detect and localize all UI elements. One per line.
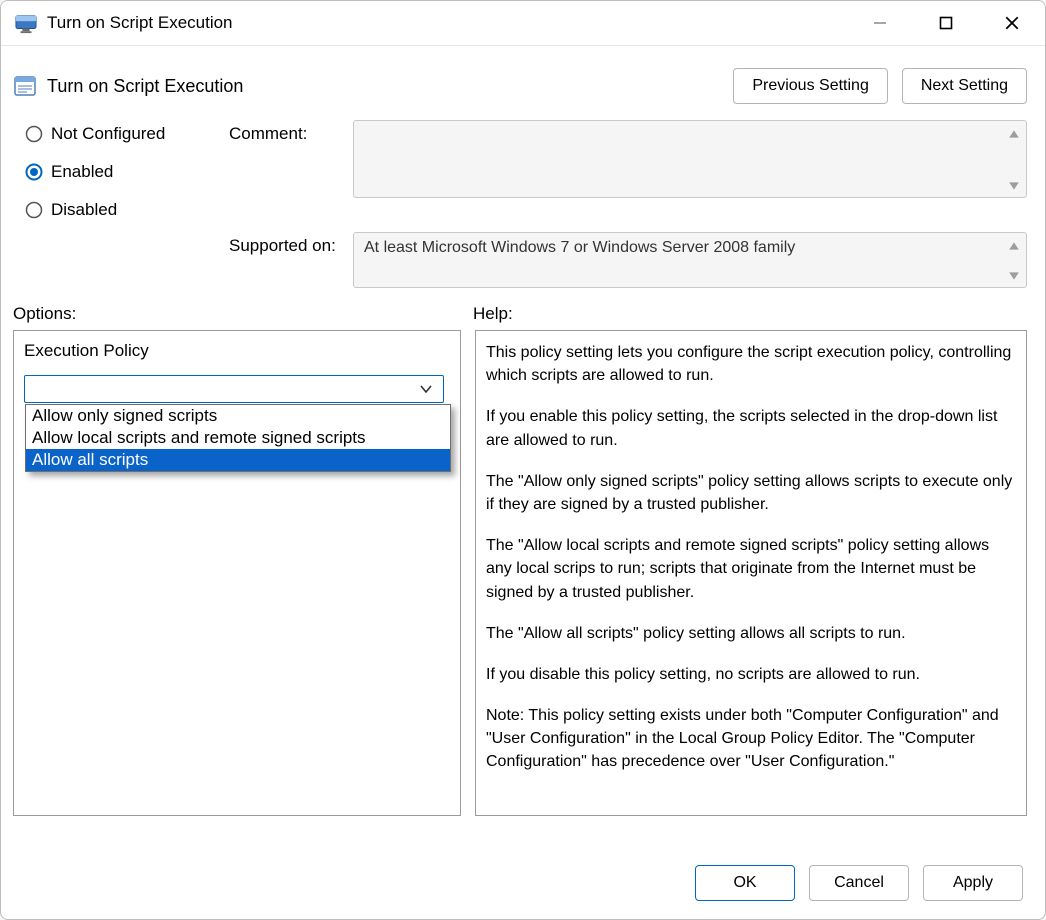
scroll-down-icon[interactable]: [1008, 179, 1020, 191]
dialog-window: Turn on Script Execution Turn on Scrip: [0, 0, 1046, 920]
execution-policy-label: Execution Policy: [24, 341, 450, 361]
policy-header: Turn on Script Execution Previous Settin…: [1, 46, 1045, 114]
options-section-label: Options:: [13, 304, 473, 324]
previous-setting-button[interactable]: Previous Setting: [733, 68, 888, 104]
supported-label: Supported on:: [229, 220, 349, 256]
state-area: Not Configured Enabled Disabled Comment:…: [1, 114, 1045, 288]
maximize-button[interactable]: [931, 8, 961, 38]
window-title: Turn on Script Execution: [47, 13, 865, 33]
help-paragraph: The "Allow local scripts and remote sign…: [486, 534, 1016, 604]
radio-enabled[interactable]: Enabled: [25, 162, 225, 182]
policy-title-text: Turn on Script Execution: [47, 76, 733, 97]
cancel-button[interactable]: Cancel: [809, 865, 909, 901]
radio-icon-selected: [25, 163, 43, 181]
app-icon: [15, 12, 37, 34]
radio-icon: [25, 201, 43, 219]
radio-label: Not Configured: [51, 124, 165, 144]
comment-field[interactable]: [353, 120, 1027, 198]
titlebar: Turn on Script Execution: [1, 1, 1045, 46]
radio-disabled[interactable]: Disabled: [25, 200, 225, 220]
scroll-up-icon[interactable]: [1008, 239, 1020, 251]
ok-button[interactable]: OK: [695, 865, 795, 901]
comment-label: Comment:: [229, 120, 349, 144]
dropdown-option[interactable]: Allow only signed scripts: [26, 405, 450, 427]
dropdown-option[interactable]: Allow local scripts and remote signed sc…: [26, 427, 450, 449]
dropdown-option-selected[interactable]: Allow all scripts: [26, 449, 450, 471]
help-panel: This policy setting lets you configure t…: [475, 330, 1027, 816]
radio-icon: [25, 125, 43, 143]
scroll-down-icon[interactable]: [1008, 269, 1020, 281]
radio-label: Enabled: [51, 162, 113, 182]
help-paragraph: The "Allow all scripts" policy setting a…: [486, 622, 1016, 645]
close-button[interactable]: [997, 8, 1027, 38]
help-paragraph: Note: This policy setting exists under b…: [486, 704, 1016, 774]
window-controls: [865, 8, 1031, 38]
scroll-up-icon[interactable]: [1008, 127, 1020, 139]
execution-policy-combobox[interactable]: Allow only signed scripts Allow local sc…: [24, 375, 444, 403]
minimize-button[interactable]: [865, 8, 895, 38]
help-section-label: Help:: [473, 304, 513, 324]
help-paragraph: If you enable this policy setting, the s…: [486, 405, 1016, 451]
next-setting-button[interactable]: Next Setting: [902, 68, 1027, 104]
radio-not-configured[interactable]: Not Configured: [25, 124, 225, 144]
radio-label: Disabled: [51, 200, 117, 220]
execution-policy-dropdown: Allow only signed scripts Allow local sc…: [25, 404, 451, 472]
chevron-down-icon: [419, 382, 433, 396]
policy-icon: [13, 74, 37, 98]
help-paragraph: This policy setting lets you configure t…: [486, 341, 1016, 387]
supported-value: At least Microsoft Windows 7 or Windows …: [364, 239, 795, 256]
help-paragraph: If you disable this policy setting, no s…: [486, 663, 1016, 686]
help-paragraph: The "Allow only signed scripts" policy s…: [486, 470, 1016, 516]
dialog-footer: OK Cancel Apply: [1, 851, 1045, 919]
apply-button[interactable]: Apply: [923, 865, 1023, 901]
options-panel: Execution Policy Allow only signed scrip…: [13, 330, 461, 816]
supported-field: At least Microsoft Windows 7 or Windows …: [353, 232, 1027, 288]
